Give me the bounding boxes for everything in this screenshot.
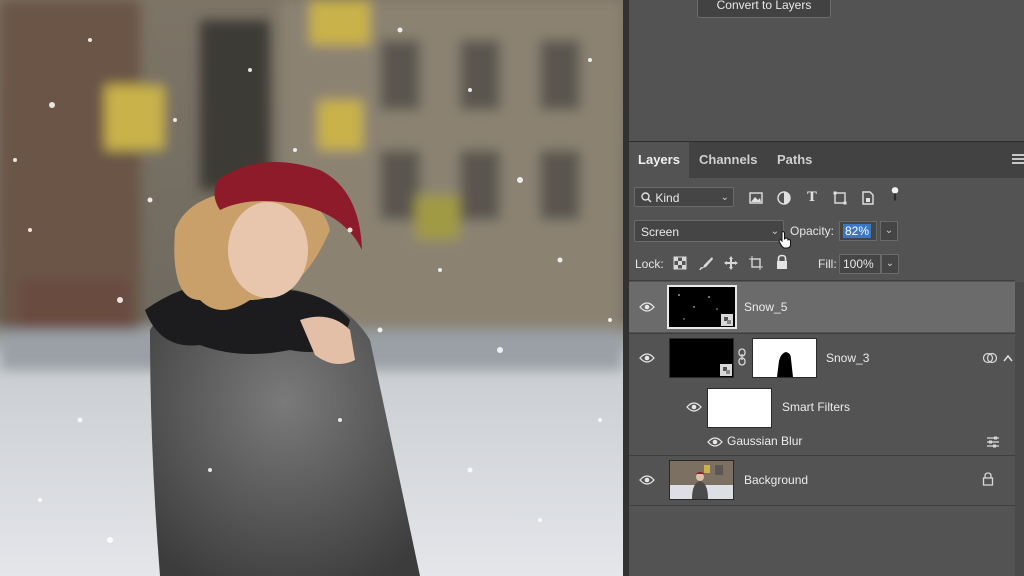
fill-slider-toggle[interactable]: ⌄ — [881, 254, 899, 274]
lock-fill-row: Lock: Fill: 100% ⌄ — [629, 252, 1024, 276]
gaussian-blur-filter-row[interactable]: Gaussian Blur — [629, 430, 1015, 452]
mask-silhouette-image — [777, 352, 793, 377]
filter-kind-select[interactable]: Kind ⌄ — [634, 187, 734, 207]
layer-name[interactable]: Snow_5 — [744, 300, 787, 314]
layer-mask-thumbnail[interactable] — [752, 338, 817, 378]
layer-name[interactable]: Background — [744, 473, 808, 487]
snow-thumbnail-image — [678, 294, 733, 326]
pixel-layer-filter-icon[interactable] — [748, 190, 764, 206]
blend-mode-select[interactable]: Screen ⌄ — [634, 220, 784, 242]
layer-thumbnail[interactable] — [669, 338, 734, 378]
lock-label: Lock: — [635, 257, 664, 271]
snow-thumbnail-image — [720, 364, 732, 376]
tab-channels[interactable]: Channels — [699, 142, 758, 178]
fill-label: Fill: — [818, 257, 837, 271]
chevron-down-icon: ⌄ — [720, 192, 729, 203]
panel-menu-icon[interactable] — [1012, 154, 1024, 164]
blend-opacity-row: Screen ⌄ Opacity: 82% ⌄ — [629, 218, 1024, 249]
visibility-eye-icon[interactable] — [707, 437, 723, 447]
lock-icon — [982, 472, 994, 486]
smart-filter-mask-thumbnail[interactable] — [707, 388, 772, 428]
layers-scrollbar[interactable] — [1015, 282, 1024, 576]
smart-filters-label[interactable]: Smart Filters — [782, 400, 850, 414]
visibility-eye-icon[interactable] — [639, 353, 655, 363]
layers-panel-dock: Convert to Layers Layers Channels Paths … — [629, 0, 1024, 576]
filter-kind-label: Kind — [655, 191, 680, 205]
filter-blending-options-icon[interactable] — [986, 436, 1000, 448]
layer-separator — [629, 505, 1015, 506]
tab-layers[interactable]: Layers — [629, 142, 689, 178]
tab-paths[interactable]: Paths — [777, 142, 812, 178]
smart-object-filter-icon[interactable] — [860, 190, 876, 206]
smart-object-badge-icon — [983, 352, 997, 364]
filter-toggle-icon[interactable] — [887, 186, 903, 202]
layer-filter-row: Kind ⌄ T — [629, 186, 1024, 210]
opacity-slider-toggle[interactable]: ⌄ — [880, 221, 898, 241]
lock-all-icon[interactable] — [775, 254, 789, 270]
layer-thumbnail[interactable] — [667, 285, 737, 329]
fill-input[interactable]: 100% — [839, 254, 881, 274]
layer-thumbnail[interactable] — [669, 460, 734, 500]
properties-panel: Convert to Layers — [629, 0, 1024, 140]
layer-name[interactable]: Snow_3 — [826, 351, 869, 365]
lock-position-icon[interactable] — [723, 255, 739, 271]
mask-link-icon[interactable] — [737, 348, 747, 366]
panel-tab-bar: Layers Channels Paths — [629, 141, 1024, 178]
opacity-input[interactable]: 82% — [839, 221, 877, 241]
visibility-eye-icon[interactable] — [639, 302, 655, 312]
gaussian-blur-label[interactable]: Gaussian Blur — [727, 434, 802, 448]
document-canvas[interactable] — [0, 0, 623, 576]
lock-transparent-pixels-icon[interactable] — [673, 256, 687, 270]
blend-mode-value: Screen — [641, 225, 680, 239]
adjustment-layer-filter-icon[interactable] — [776, 190, 792, 206]
convert-to-layers-button[interactable]: Convert to Layers — [697, 0, 831, 18]
opacity-value: 82% — [843, 224, 872, 238]
layers-list-separator — [629, 280, 1015, 281]
lock-artboard-icon[interactable] — [748, 255, 764, 271]
chevron-up-icon[interactable] — [1003, 354, 1013, 362]
visibility-eye-icon[interactable] — [639, 475, 655, 485]
layer-row-background[interactable]: Background — [629, 456, 1015, 504]
photo-winter-woman — [0, 0, 623, 576]
opacity-label: Opacity: — [790, 224, 835, 238]
layer-row-snow-5[interactable]: Snow_5 — [629, 282, 1015, 332]
type-layer-filter-icon[interactable]: T — [804, 190, 820, 206]
background-thumbnail-image — [670, 461, 733, 499]
layer-row-snow-3[interactable]: Snow_3 — [629, 334, 1015, 382]
search-icon — [641, 192, 652, 203]
shape-layer-filter-icon[interactable] — [832, 190, 848, 206]
lock-image-pixels-icon[interactable] — [698, 255, 714, 271]
visibility-eye-icon[interactable] — [686, 402, 702, 412]
smart-filters-row[interactable]: Smart Filters — [629, 384, 1015, 430]
